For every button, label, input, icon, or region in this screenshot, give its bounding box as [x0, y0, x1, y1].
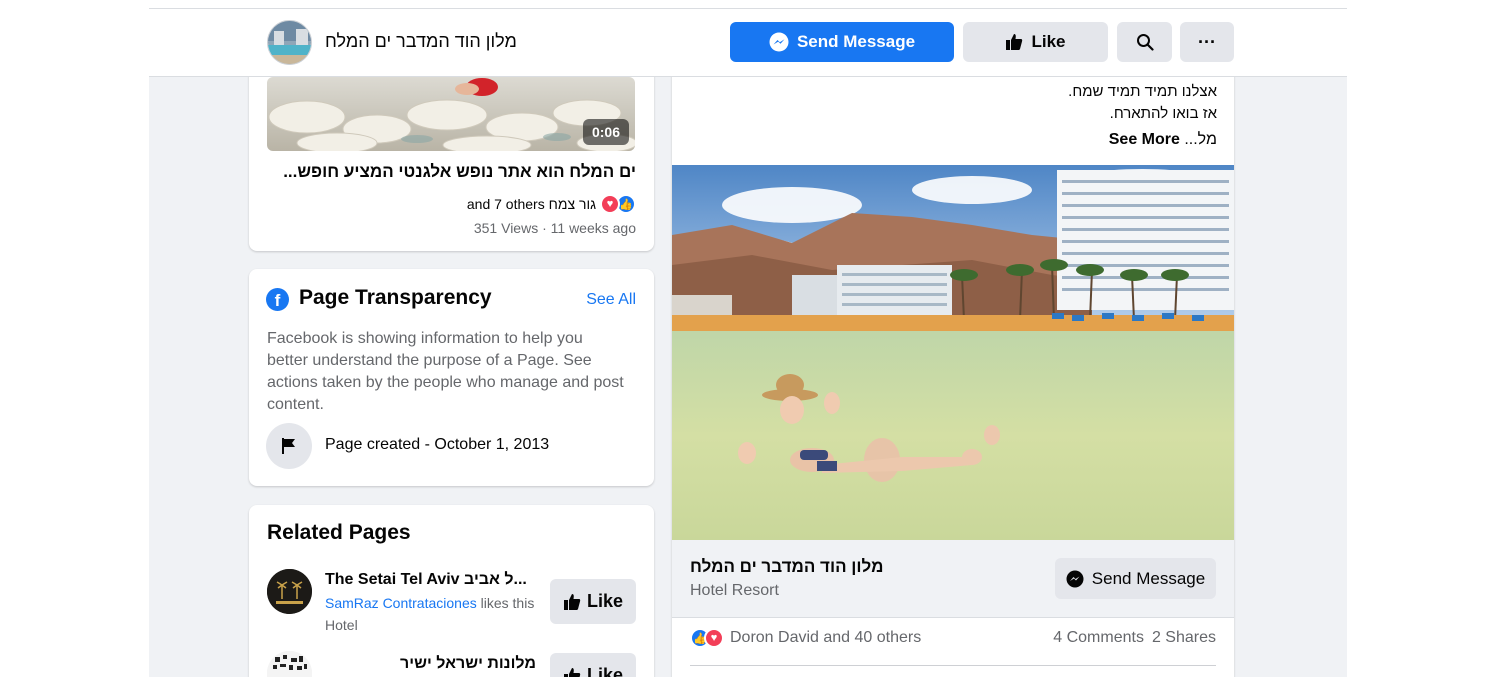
- post-text-line: אז בואו להתארח.: [1109, 105, 1217, 122]
- facebook-logo-icon: f: [266, 288, 289, 311]
- post-stats: 👍 ♥ Doron David and 40 others 4 Comments…: [690, 628, 1216, 648]
- post-reactions-text[interactable]: Doron David and 40 others: [730, 629, 921, 647]
- post-see-more-line: מל... See More: [1109, 131, 1217, 149]
- post-card: אצלנו תמיד תמיד שמח. אז בואו להתארח. מל.…: [672, 9, 1234, 677]
- related-like-label: Like: [586, 591, 624, 611]
- page-header-bar: מלון הוד המדבר ים המלח Send Message Like…: [149, 9, 1347, 77]
- page-viewport: 0:06 ים המלח הוא אתר נופש אלגנטי המציע ח…: [149, 8, 1347, 677]
- messenger-icon: [769, 32, 789, 52]
- messenger-icon: [1066, 570, 1084, 587]
- flag-icon: [266, 423, 312, 469]
- transparency-description: Facebook is showing information to help …: [267, 330, 624, 413]
- page-transparency-card: f Page Transparency See All Facebook is …: [249, 269, 654, 486]
- related-page-name[interactable]: מלונות ישראל ישיר: [400, 655, 536, 673]
- related-page-name[interactable]: The Setai Tel Aviv ל אביב...: [325, 571, 527, 589]
- see-more-link[interactable]: See More: [1109, 131, 1180, 148]
- send-message-button[interactable]: Send Message: [730, 22, 954, 62]
- page-avatar[interactable]: [267, 20, 312, 65]
- post-truncated-text: מל...: [1184, 131, 1217, 148]
- related-like-button[interactable]: Like: [550, 653, 636, 677]
- post-page-category: Hotel Resort: [690, 582, 779, 599]
- thumbs-up-icon: [1006, 34, 1023, 50]
- more-options-button[interactable]: ···: [1180, 22, 1234, 62]
- more-options-icon: ···: [1198, 31, 1216, 52]
- related-like-label: Like: [586, 665, 624, 677]
- post-text-line: אצלנו תמיד תמיד שמח.: [1068, 83, 1217, 100]
- video-thumbnail[interactable]: 0:06: [267, 77, 635, 151]
- send-message-label: Send Message: [796, 32, 916, 51]
- related-page-avatar[interactable]: [267, 569, 312, 614]
- page-created-date: Page created - October 1, 2013: [325, 436, 550, 453]
- preview-send-message-button[interactable]: Send Message: [1055, 558, 1216, 599]
- post-text: אצלנו תמיד תמיד שמח. אז בואו להתארח.: [1068, 81, 1217, 125]
- salt-crystals-image: [267, 77, 635, 151]
- video-reactions[interactable]: 👍 ♥ גור צמח and 7 others: [467, 194, 636, 214]
- related-page-category: Hotel: [325, 617, 358, 633]
- like-page-label: Like: [1031, 32, 1066, 51]
- love-reaction-icon: ♥: [600, 194, 620, 214]
- video-duration: 0:06: [582, 119, 629, 145]
- video-reactions-text: גור צמח and 7 others: [466, 196, 596, 212]
- comments-count[interactable]: 4 Comments: [1053, 629, 1144, 647]
- video-title[interactable]: ים המלח הוא אתר נופש אלגנטי המציע חופש..…: [283, 162, 636, 182]
- related-pages-title: Related Pages: [267, 521, 411, 544]
- header-page-name[interactable]: מלון הוד המדבר ים המלח: [325, 31, 517, 52]
- thumbs-up-icon: [563, 667, 581, 677]
- video-views: 351 Views · 11 weeks ago: [473, 220, 636, 236]
- related-pages-card: Related Pages The Setai Tel Aviv ל אביב.…: [249, 505, 654, 677]
- preview-send-message-label: Send Message: [1091, 568, 1206, 588]
- page-transparency-title: Page Transparency: [299, 286, 492, 309]
- liker-link[interactable]: SamRaz Contrataciones: [325, 595, 477, 611]
- post-link-preview[interactable]: מלון הוד המדבר ים המלח Hotel Resort Send…: [672, 540, 1234, 618]
- divider: [690, 665, 1216, 666]
- dead-sea-photo: [672, 165, 1234, 540]
- search-button[interactable]: [1117, 22, 1172, 62]
- thumbs-up-icon: [563, 593, 581, 610]
- like-page-button[interactable]: Like: [963, 22, 1108, 62]
- search-icon: [1136, 34, 1154, 51]
- post-page-name[interactable]: מלון הוד המדבר ים המלח: [690, 557, 883, 577]
- shares-count[interactable]: 2 Shares: [1152, 629, 1216, 647]
- see-all-link[interactable]: See All: [586, 291, 636, 309]
- related-page-avatar[interactable]: [267, 651, 312, 677]
- love-reaction-icon: ♥: [704, 628, 724, 648]
- related-like-button[interactable]: Like: [550, 579, 636, 624]
- related-page-subtitle: SamRaz Contrataciones likes this Hotel: [325, 592, 545, 636]
- likes-this-text: likes this: [480, 595, 535, 611]
- post-photo[interactable]: [672, 165, 1234, 540]
